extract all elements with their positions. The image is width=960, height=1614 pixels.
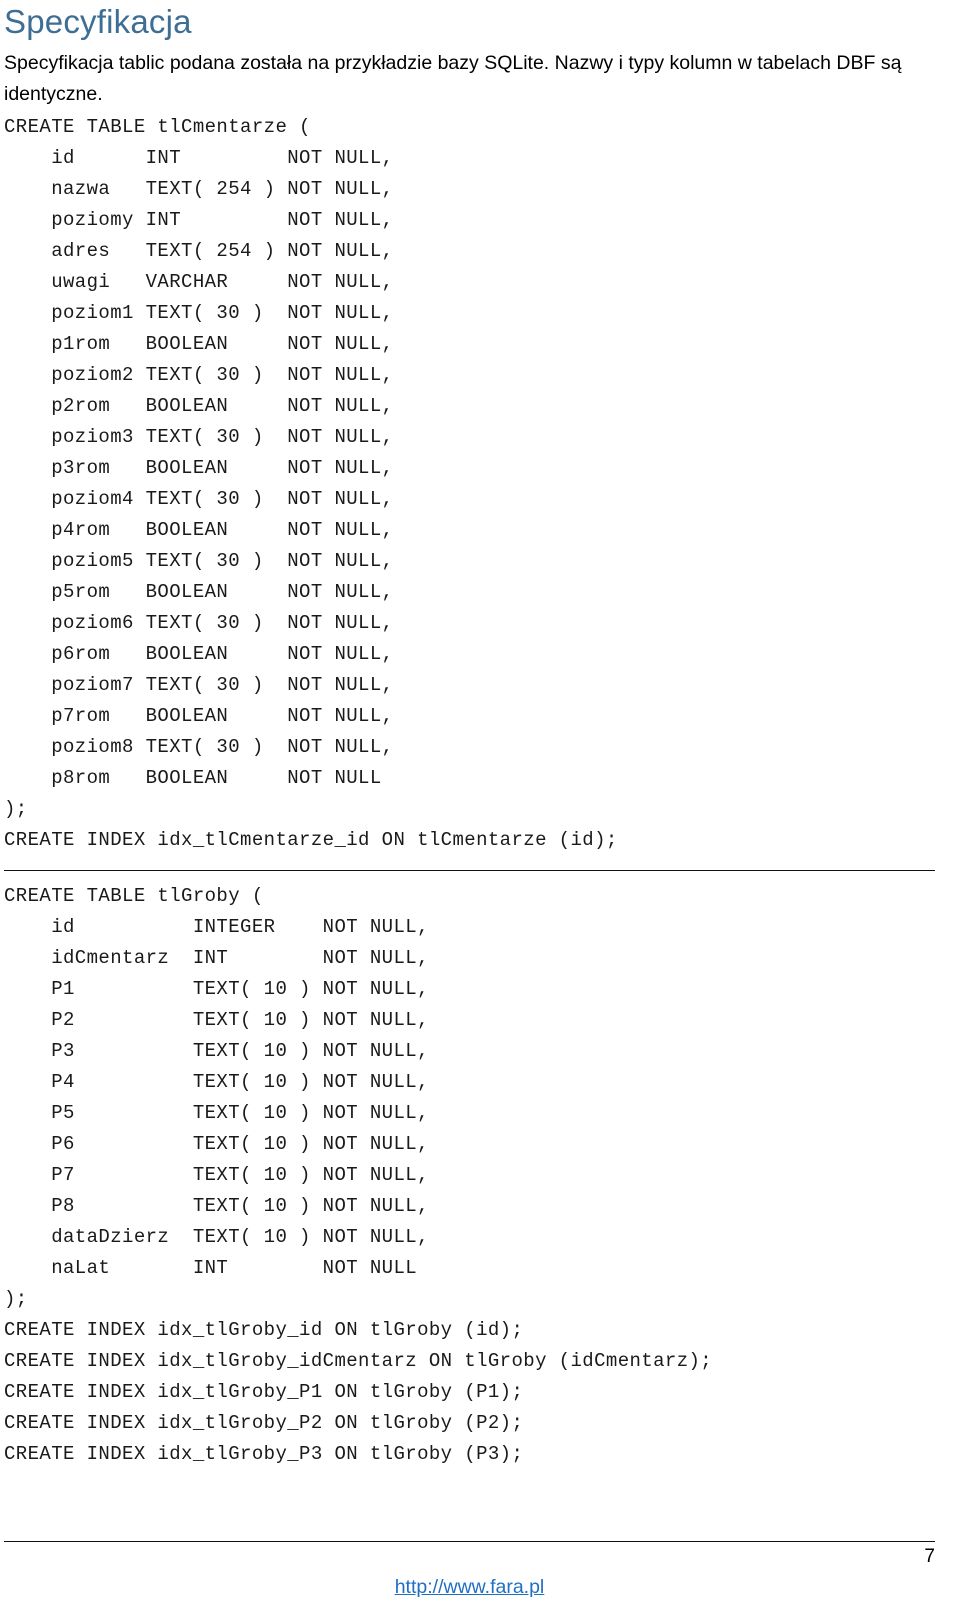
code-line: CREATE INDEX idx_tlGroby_idCmentarz ON t… xyxy=(4,1350,713,1372)
footer-website-link[interactable]: http://www.fara.pl xyxy=(395,1576,545,1598)
code-line: p7rom BOOLEAN NOT NULL, xyxy=(4,705,394,727)
code-line: uwagi VARCHAR NOT NULL, xyxy=(4,271,394,293)
document-page: Specyfikacja Specyfikacja tablic podana … xyxy=(0,0,960,1614)
code-line: P2 TEXT( 10 ) NOT NULL, xyxy=(4,1009,429,1031)
code-line: ); xyxy=(4,798,28,820)
page-title: Specyfikacja xyxy=(4,3,192,40)
code-line: CREATE INDEX idx_tlGroby_P1 ON tlGroby (… xyxy=(4,1381,524,1403)
code-line: poziom3 TEXT( 30 ) NOT NULL, xyxy=(4,426,394,448)
code-line: nazwa TEXT( 254 ) NOT NULL, xyxy=(4,178,394,200)
code-line: poziom6 TEXT( 30 ) NOT NULL, xyxy=(4,612,394,634)
code-line: p6rom BOOLEAN NOT NULL, xyxy=(4,643,394,665)
code-line: poziom2 TEXT( 30 ) NOT NULL, xyxy=(4,364,394,386)
code-line: idCmentarz INT NOT NULL, xyxy=(4,947,429,969)
code-line: p3rom BOOLEAN NOT NULL, xyxy=(4,457,394,479)
code-line: poziom7 TEXT( 30 ) NOT NULL, xyxy=(4,674,394,696)
section-divider xyxy=(4,870,935,871)
code-line: ); xyxy=(4,1288,28,1310)
code-line: p8rom BOOLEAN NOT NULL xyxy=(4,767,382,789)
code-line: poziom1 TEXT( 30 ) NOT NULL, xyxy=(4,302,394,324)
code-line: id INTEGER NOT NULL, xyxy=(4,916,429,938)
code-line: CREATE TABLE tlGroby ( xyxy=(4,885,264,907)
code-line: CREATE INDEX idx_tlGroby_P3 ON tlGroby (… xyxy=(4,1443,524,1465)
intro-paragraph: Specyfikacja tablic podana została na pr… xyxy=(4,52,902,105)
sql-code-block-tlgroby: CREATE TABLE tlGroby ( id INTEGER NOT NU… xyxy=(4,881,936,1470)
code-line: P7 TEXT( 10 ) NOT NULL, xyxy=(4,1164,429,1186)
page-number: 7 xyxy=(924,1546,935,1567)
code-line: id INT NOT NULL, xyxy=(4,147,394,169)
code-line: adres TEXT( 254 ) NOT NULL, xyxy=(4,240,394,262)
code-line: P6 TEXT( 10 ) NOT NULL, xyxy=(4,1133,429,1155)
code-line: CREATE INDEX idx_tlCmentarze_id ON tlCme… xyxy=(4,829,618,851)
code-line: naLat INT NOT NULL xyxy=(4,1257,418,1279)
code-line: P3 TEXT( 10 ) NOT NULL, xyxy=(4,1040,429,1062)
code-line: poziom8 TEXT( 30 ) NOT NULL, xyxy=(4,736,394,758)
code-line: CREATE INDEX idx_tlGroby_id ON tlGroby (… xyxy=(4,1319,524,1341)
code-line: P1 TEXT( 10 ) NOT NULL, xyxy=(4,978,429,1000)
code-line: p4rom BOOLEAN NOT NULL, xyxy=(4,519,394,541)
code-line: CREATE TABLE tlCmentarze ( xyxy=(4,116,311,138)
code-line: p2rom BOOLEAN NOT NULL, xyxy=(4,395,394,417)
sql-code-block-tlcmentarze: CREATE TABLE tlCmentarze ( id INT NOT NU… xyxy=(4,112,936,856)
code-line: P4 TEXT( 10 ) NOT NULL, xyxy=(4,1071,429,1093)
code-line: poziom4 TEXT( 30 ) NOT NULL, xyxy=(4,488,394,510)
code-line: p1rom BOOLEAN NOT NULL, xyxy=(4,333,394,355)
code-line: P5 TEXT( 10 ) NOT NULL, xyxy=(4,1102,429,1124)
code-line: p5rom BOOLEAN NOT NULL, xyxy=(4,581,394,603)
code-line: dataDzierz TEXT( 10 ) NOT NULL, xyxy=(4,1226,429,1248)
page-footer: 7 http://www.fara.pl xyxy=(4,1541,935,1614)
code-line: poziomy INT NOT NULL, xyxy=(4,209,394,231)
code-line: P8 TEXT( 10 ) NOT NULL, xyxy=(4,1195,429,1217)
code-line: CREATE INDEX idx_tlGroby_P2 ON tlGroby (… xyxy=(4,1412,524,1434)
code-line: poziom5 TEXT( 30 ) NOT NULL, xyxy=(4,550,394,572)
